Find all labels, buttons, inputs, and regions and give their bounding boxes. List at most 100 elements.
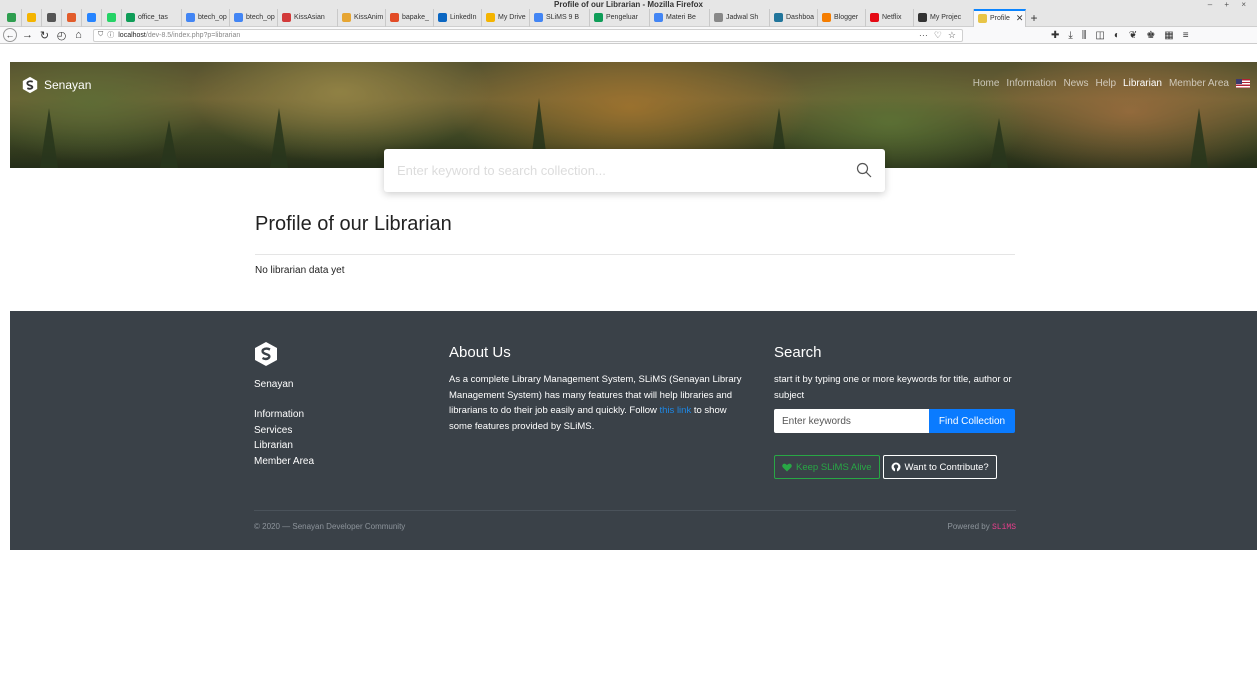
back-icon[interactable]: ← bbox=[3, 28, 17, 42]
powered-by-brand[interactable]: SLiMS bbox=[992, 523, 1016, 532]
extension-hat-icon[interactable]: ♚ bbox=[1146, 30, 1155, 41]
search-icon[interactable] bbox=[856, 162, 872, 178]
tab-favicon-icon bbox=[282, 13, 291, 22]
tab-label: Netflix bbox=[882, 14, 902, 21]
browser-tab[interactable]: KissAnim bbox=[338, 8, 386, 27]
site-footer: Senayan Information Services Librarian Memb… bbox=[10, 311, 1257, 550]
pinned-tab[interactable] bbox=[82, 8, 102, 27]
browser-tab[interactable]: btech_op bbox=[230, 8, 278, 27]
menu-icon[interactable]: ≡ bbox=[1183, 30, 1189, 41]
pinned-tab[interactable] bbox=[42, 8, 62, 27]
footer-brand-name: Senayan bbox=[254, 379, 294, 390]
tab-favicon-icon bbox=[47, 13, 56, 22]
tab-favicon-icon bbox=[67, 13, 76, 22]
tab-favicon-icon bbox=[27, 13, 36, 22]
nav-item-help[interactable]: Help bbox=[1095, 78, 1116, 89]
tab-label: My Drive bbox=[498, 14, 526, 21]
footer-action-buttons: Keep SLiMS Alive Want to Contribute? bbox=[774, 455, 1016, 479]
pocket-icon[interactable]: ♡ bbox=[934, 30, 942, 41]
nav-item-news[interactable]: News bbox=[1063, 78, 1088, 89]
tab-favicon-icon bbox=[822, 13, 831, 22]
browser-tab[interactable]: Pengeluar bbox=[590, 8, 650, 27]
navigation-toolbar: ← → ↻ ◴ ⌂ ⛉ ⓘ localhost/dev-8.5/index.ph… bbox=[0, 27, 1257, 44]
collection-search-input[interactable] bbox=[397, 163, 837, 178]
browser-tab[interactable]: Netflix bbox=[866, 8, 914, 27]
nav-item-information[interactable]: Information bbox=[1006, 78, 1056, 89]
dark-reader-icon[interactable]: ◐ bbox=[1114, 30, 1120, 41]
browser-tab[interactable]: Jadwal Sh bbox=[710, 8, 770, 27]
library-icon[interactable]: ⫼ bbox=[1082, 30, 1087, 41]
extension-grid-icon[interactable]: ▦ bbox=[1164, 30, 1173, 41]
nav-item-home[interactable]: Home bbox=[973, 78, 1000, 89]
browser-tab[interactable]: My Drive bbox=[482, 8, 530, 27]
web-page: Senayan Home Information News Help Librarian… bbox=[10, 62, 1257, 681]
slims-logo-icon bbox=[255, 342, 277, 366]
keep-slims-alive-label: Keep SLiMS Alive bbox=[796, 461, 872, 473]
browser-tab[interactable]: bapake_ bbox=[386, 8, 434, 27]
tab-favicon-icon bbox=[774, 13, 783, 22]
tab-label: Profile bbox=[990, 15, 1010, 22]
about-link[interactable]: this link bbox=[660, 405, 692, 416]
info-icon[interactable]: ⓘ bbox=[107, 30, 114, 40]
nav-item-librarian[interactable]: Librarian bbox=[1123, 78, 1162, 89]
footer-link-member-area[interactable]: Member Area bbox=[254, 454, 314, 470]
home-icon[interactable]: ⌂ bbox=[70, 28, 87, 43]
language-flag-icon[interactable] bbox=[1236, 79, 1250, 88]
site-brand[interactable]: Senayan bbox=[21, 76, 91, 94]
new-tab-button[interactable]: + bbox=[1026, 11, 1042, 25]
footer-link-services[interactable]: Services bbox=[254, 423, 314, 439]
browser-tab[interactable]: SLiMS 9 B bbox=[530, 8, 590, 27]
about-text: As a complete Library Management System,… bbox=[449, 372, 749, 434]
tab-favicon-icon bbox=[390, 13, 399, 22]
browser-tab[interactable]: Materi Be bbox=[650, 8, 710, 27]
browser-tab[interactable]: btech_op bbox=[182, 8, 230, 27]
contribute-button[interactable]: Want to Contribute? bbox=[882, 455, 997, 479]
tab-strip: office_tas btech_op btech_op KissAsian KissA… bbox=[0, 8, 1257, 27]
footer-copyright: © 2020 — Senayan Developer Community bbox=[254, 522, 406, 531]
footer-divider bbox=[254, 510, 1016, 511]
powered-by-text: Powered by bbox=[947, 522, 990, 531]
pinned-tab[interactable] bbox=[102, 8, 122, 27]
tab-favicon-icon bbox=[486, 13, 495, 22]
keep-slims-alive-button[interactable]: Keep SLiMS Alive bbox=[774, 455, 880, 479]
reload-icon[interactable]: ↻ bbox=[36, 28, 53, 43]
tab-favicon-icon bbox=[186, 13, 195, 22]
bookmark-star-icon[interactable]: ☆ bbox=[948, 30, 956, 41]
footer-links: Information Services Librarian Member Area bbox=[254, 407, 314, 469]
extension-puzzle-icon[interactable]: ✚ bbox=[1051, 30, 1059, 41]
browser-tab[interactable]: Dashboa bbox=[770, 8, 818, 27]
downloads-icon[interactable]: ⤓ bbox=[1068, 30, 1072, 41]
browser-tab[interactable]: LinkedIn bbox=[434, 8, 482, 27]
browser-tab[interactable]: Blogger bbox=[818, 8, 866, 27]
footer-search-column: Search start it by typing one or more ke… bbox=[774, 344, 1016, 479]
extension-icon[interactable]: ❦ bbox=[1129, 30, 1137, 41]
page-actions-icon[interactable]: ··· bbox=[919, 30, 928, 41]
pinned-tab[interactable] bbox=[2, 8, 22, 27]
sidebar-icon[interactable]: ◫ bbox=[1095, 30, 1104, 41]
tab-active[interactable]: Profile ✕ bbox=[974, 8, 1026, 27]
footer-search-input[interactable] bbox=[774, 409, 929, 433]
footer-link-librarian[interactable]: Librarian bbox=[254, 438, 314, 454]
footer-powered-by: Powered by SLiMS bbox=[948, 522, 1017, 532]
search-heading: Search bbox=[774, 344, 822, 361]
browser-tab[interactable]: My Projec bbox=[914, 8, 974, 27]
shield-icon[interactable]: ⛉ bbox=[98, 31, 103, 39]
url-text[interactable]: localhost/dev-8.5/index.php?p=librarian bbox=[118, 32, 240, 39]
nav-item-member-area[interactable]: Member Area bbox=[1169, 78, 1229, 89]
pinned-tab[interactable] bbox=[22, 8, 42, 27]
empty-message: No librarian data yet bbox=[255, 265, 345, 276]
slims-logo-icon bbox=[22, 76, 38, 94]
browser-tab[interactable]: office_tas bbox=[122, 8, 182, 27]
browser-tab[interactable]: KissAsian bbox=[278, 8, 338, 27]
tab-label: SLiMS 9 B bbox=[546, 14, 580, 21]
pinned-tab[interactable] bbox=[62, 8, 82, 27]
tab-label: bapake_ bbox=[402, 14, 429, 21]
url-bar[interactable]: ⛉ ⓘ localhost/dev-8.5/index.php?p=librar… bbox=[93, 28, 963, 42]
window-controls[interactable]: – + × bbox=[1208, 0, 1251, 9]
forward-icon[interactable]: → bbox=[19, 28, 36, 43]
find-collection-button[interactable]: Find Collection bbox=[929, 409, 1015, 433]
contribute-label: Want to Contribute? bbox=[904, 461, 989, 473]
tab-close-icon[interactable]: ✕ bbox=[1016, 13, 1024, 24]
history-icon[interactable]: ◴ bbox=[53, 28, 70, 43]
footer-link-information[interactable]: Information bbox=[254, 407, 314, 423]
